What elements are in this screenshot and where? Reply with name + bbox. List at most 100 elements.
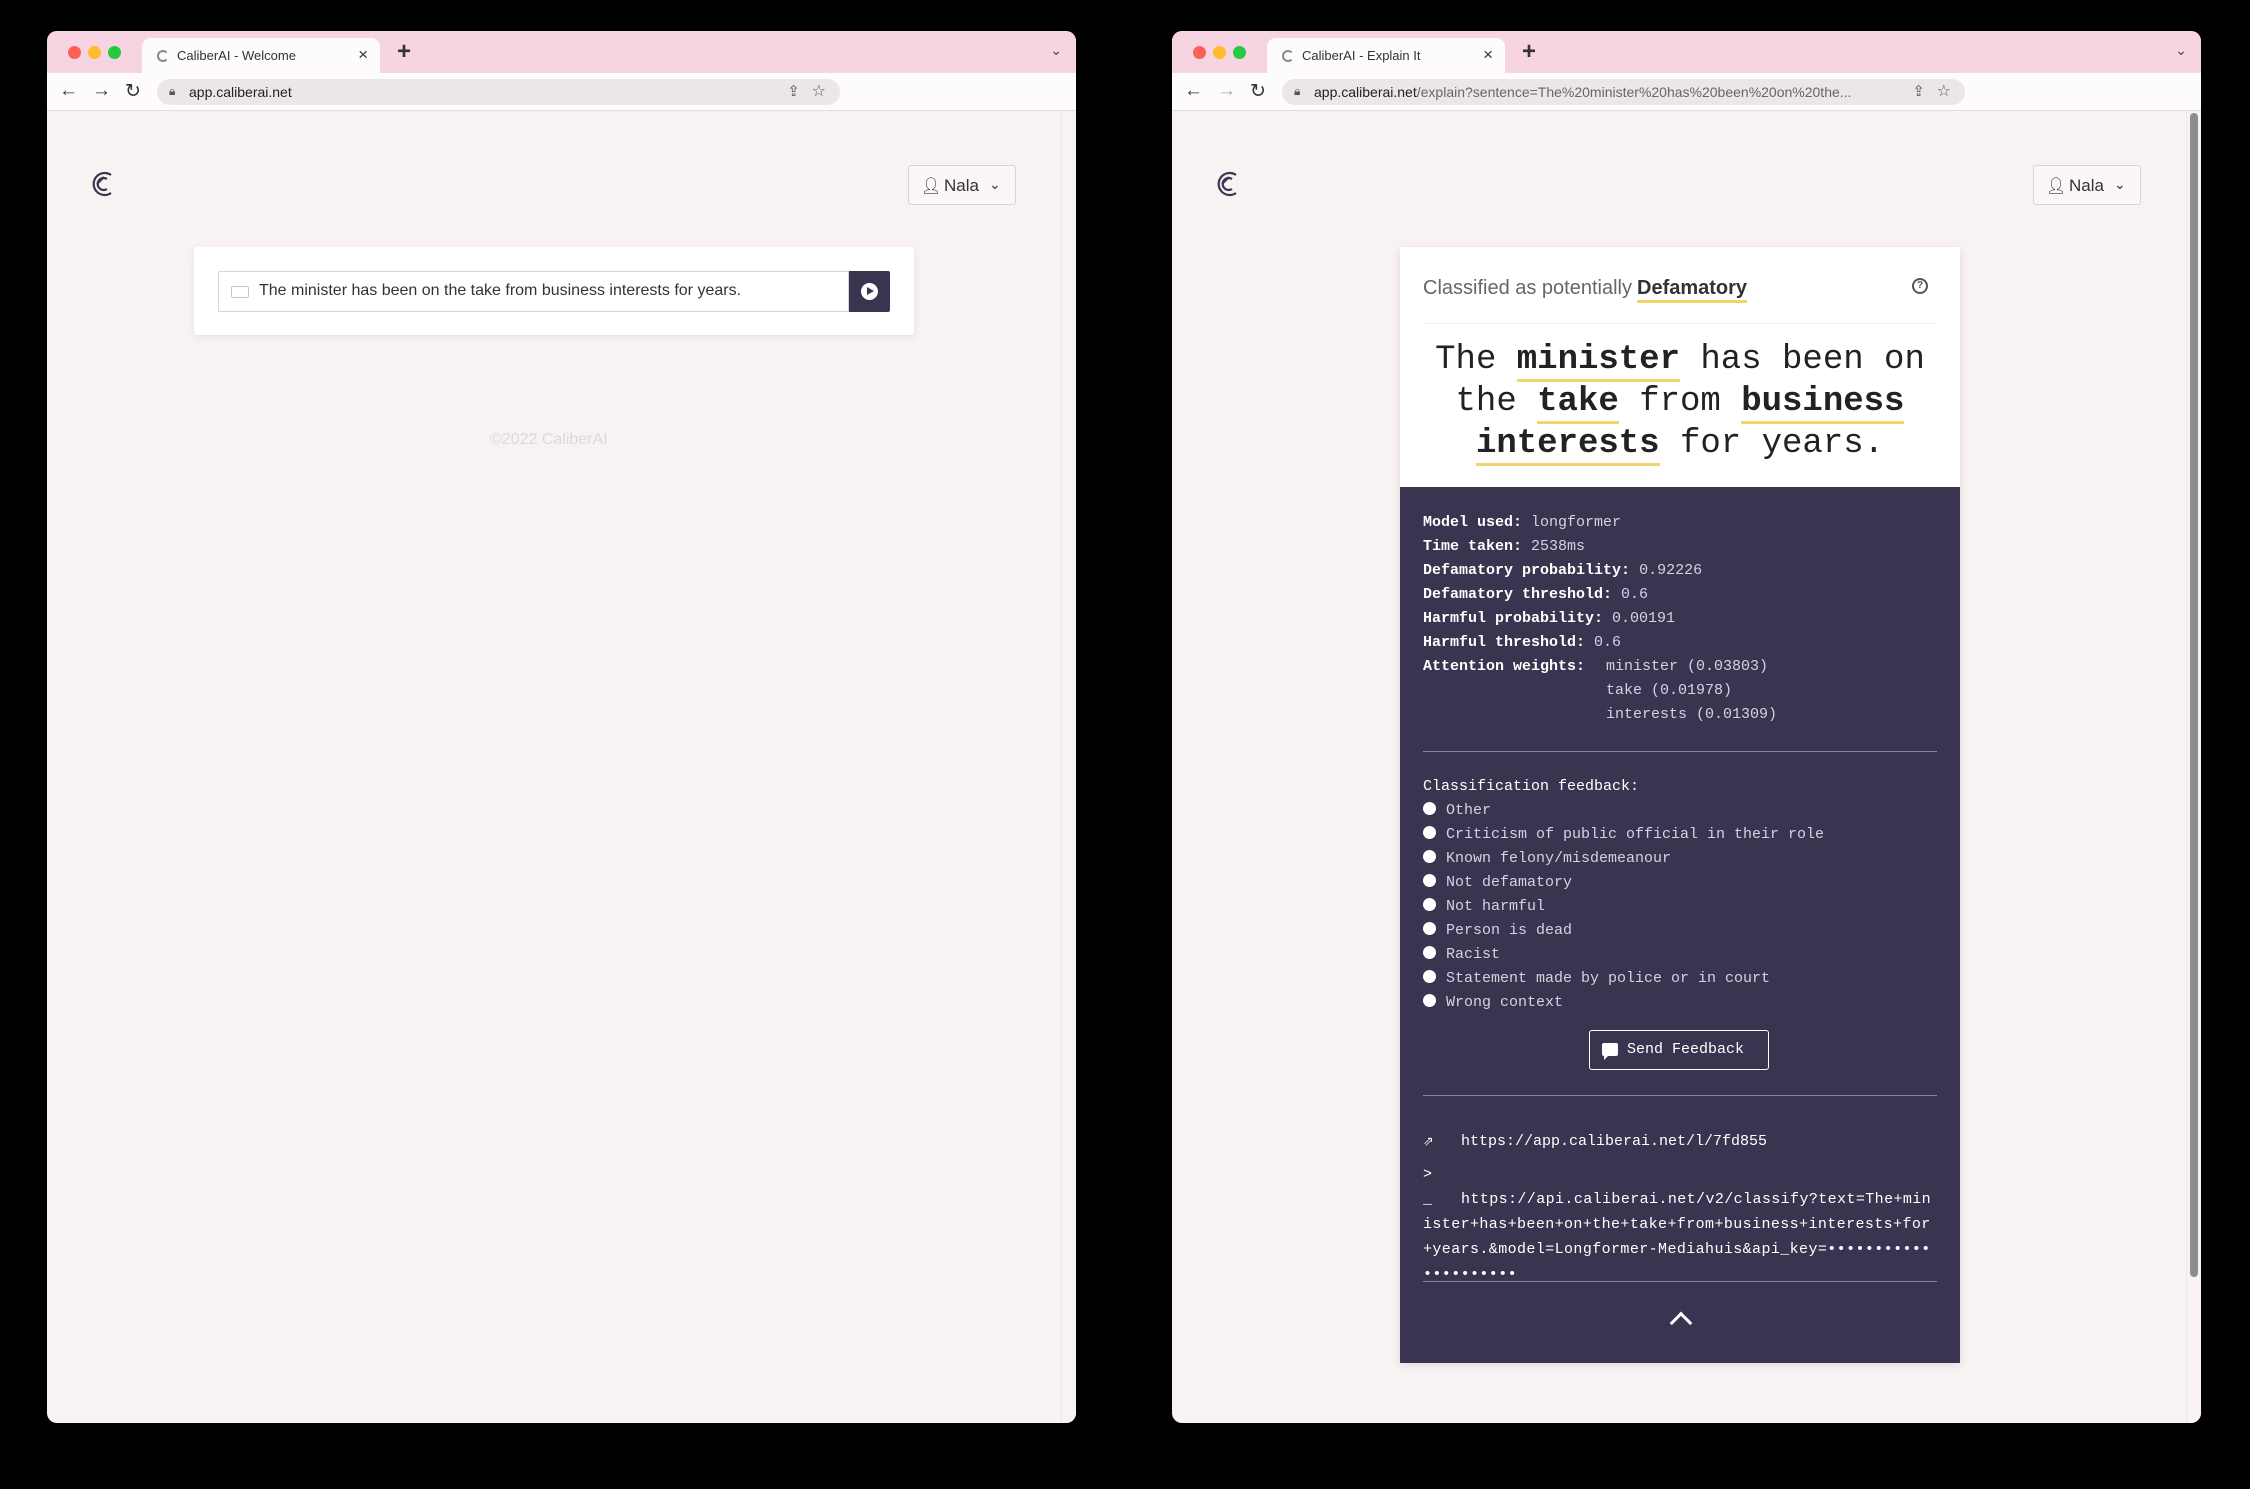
- address-bar[interactable]: 🔒︎ app.caliberai.net/explain?sentence=Th…: [1282, 79, 1965, 105]
- minimize-window-button[interactable]: [1213, 46, 1226, 59]
- minimize-window-button[interactable]: [88, 46, 101, 59]
- url-text[interactable]: app.caliberai.net: [189, 84, 759, 100]
- feedback-option-label[interactable]: Person is dead: [1446, 922, 1572, 939]
- url-host[interactable]: app.caliberai.net: [1314, 84, 1417, 100]
- detail-value: 2538ms: [1531, 538, 1586, 555]
- share-icon[interactable]: ⇪: [1912, 82, 1925, 100]
- radio-button[interactable]: [1423, 874, 1436, 887]
- feedback-option-label[interactable]: Statement made by police or in court: [1446, 970, 1770, 987]
- radio-button[interactable]: [1423, 850, 1436, 863]
- close-tab-icon[interactable]: ×: [1483, 45, 1493, 65]
- detail-key: Time taken: [1423, 538, 1514, 555]
- harmful-probability-row: Harmful probability: 0.00191: [1423, 610, 1676, 627]
- feedback-option-label[interactable]: Known felony/misdemeanour: [1446, 850, 1671, 867]
- play-icon: [861, 283, 878, 300]
- bookmark-star-icon[interactable]: ☆: [1937, 81, 1951, 101]
- feedback-option[interactable]: Known felony/misdemeanour: [1423, 850, 1671, 867]
- feedback-option-label[interactable]: Not defamatory: [1446, 874, 1572, 891]
- time-taken-row: Time taken: 2538ms: [1423, 538, 1586, 555]
- back-arrow-icon[interactable]: ←: [1184, 80, 1203, 102]
- feedback-option[interactable]: Person is dead: [1423, 922, 1572, 939]
- address-bar[interactable]: 🔒︎ app.caliberai.net ⇪ ☆: [157, 79, 840, 105]
- api-link[interactable]: https://api.caliberai.net/v2/classify?te…: [1423, 1191, 1931, 1283]
- feedback-title: Classification feedback:: [1423, 778, 1640, 795]
- radio-button[interactable]: [1423, 802, 1436, 815]
- sentence-word: has been on: [1700, 341, 1925, 379]
- feedback-option[interactable]: Not harmful: [1423, 898, 1545, 915]
- caliberai-logo-icon[interactable]: [89, 169, 119, 199]
- tab-search-chevron-icon[interactable]: ⌄: [1050, 42, 1062, 59]
- sentence-input-value[interactable]: The minister has been on the take from b…: [259, 282, 741, 300]
- tab-title: CaliberAI - Explain It: [1302, 48, 1421, 63]
- forward-arrow-icon[interactable]: →: [1217, 80, 1236, 102]
- attention-weight-item: take (0.01978): [1606, 682, 1733, 699]
- radio-button[interactable]: [1423, 994, 1436, 1007]
- bookmark-star-icon[interactable]: ☆: [812, 81, 826, 101]
- lock-icon[interactable]: 🔒︎: [1294, 84, 1300, 99]
- scrollbar-thumb[interactable]: [2190, 113, 2198, 1277]
- chevron-down-icon: ⌄: [989, 176, 1001, 192]
- back-arrow-icon[interactable]: ←: [59, 80, 78, 102]
- classification-tag: Defamatory: [1637, 276, 1748, 303]
- harmful-threshold-row: Harmful threshold: 0.6: [1423, 634, 1622, 651]
- radio-button[interactable]: [1423, 898, 1436, 911]
- feedback-option[interactable]: Criticism of public official in their ro…: [1423, 826, 1824, 843]
- submit-button[interactable]: [849, 271, 890, 312]
- api-link-row[interactable]: >_ https://api.caliberai.net/v2/classify?…: [1423, 1162, 1937, 1287]
- lock-icon[interactable]: 🔒︎: [169, 84, 175, 99]
- divider: [1423, 1281, 1937, 1282]
- scrollbar-track[interactable]: [2186, 111, 2201, 1423]
- highlighted-word: business: [1741, 383, 1905, 424]
- feedback-option[interactable]: Other: [1423, 802, 1491, 819]
- page-content: 👤︎ Nala ⌄ Classified as potentially Defa…: [1172, 111, 2201, 1423]
- feedback-option-label[interactable]: Racist: [1446, 946, 1500, 963]
- maximize-window-button[interactable]: [108, 46, 121, 59]
- share-link-row[interactable]: ⇗ https://app.caliberai.net/l/7fd855: [1423, 1130, 1767, 1151]
- chevron-up-icon[interactable]: [1668, 1307, 1692, 1331]
- reload-icon[interactable]: ↻: [125, 80, 141, 103]
- terminal-icon: >_: [1423, 1166, 1433, 1208]
- share-icon[interactable]: ⇪: [787, 82, 800, 100]
- new-tab-icon[interactable]: +: [1522, 38, 1536, 66]
- tab-search-chevron-icon[interactable]: ⌄: [2175, 42, 2187, 59]
- feedback-option-label[interactable]: Not harmful: [1446, 898, 1545, 915]
- feedback-option-label[interactable]: Criticism of public official in their ro…: [1446, 826, 1824, 843]
- radio-button[interactable]: [1423, 826, 1436, 839]
- share-arrow-icon: ⇗: [1423, 1132, 1434, 1151]
- sentence-word: for years.: [1680, 425, 1885, 463]
- close-tab-icon[interactable]: ×: [358, 45, 368, 65]
- radio-button[interactable]: [1423, 970, 1436, 983]
- attention-weight-item: minister (0.03803): [1606, 658, 1769, 675]
- feedback-option-label[interactable]: Wrong context: [1446, 994, 1563, 1011]
- maximize-window-button[interactable]: [1233, 46, 1246, 59]
- url-path[interactable]: /explain?sentence=The%20minister%20has%2…: [1417, 84, 1852, 100]
- user-menu-button[interactable]: 👤︎ Nala ⌄: [2033, 165, 2141, 205]
- tab-welcome[interactable]: CaliberAI - Welcome ×: [142, 38, 380, 73]
- caliberai-logo-icon[interactable]: [1214, 169, 1244, 199]
- feedback-option[interactable]: Statement made by police or in court: [1423, 970, 1770, 987]
- browser-window-explain: CaliberAI - Explain It × + ⌄ ← → ↻ 🔒︎ ap…: [1172, 31, 2201, 1423]
- forward-arrow-icon[interactable]: →: [92, 80, 111, 102]
- sentence-input[interactable]: The minister has been on the take from b…: [218, 271, 849, 312]
- classification-header: Classified as potentially Defamatory ?: [1400, 247, 1960, 322]
- tab-explain-it[interactable]: CaliberAI - Explain It ×: [1267, 38, 1505, 73]
- feedback-option[interactable]: Wrong context: [1423, 994, 1563, 1011]
- browser-window-welcome: CaliberAI - Welcome × + ⌄ ← → ↻ 🔒︎ app.c…: [47, 31, 1076, 1423]
- chevron-down-icon: ⌄: [2114, 176, 2126, 192]
- close-window-button[interactable]: [1193, 46, 1206, 59]
- help-icon[interactable]: ?: [1912, 278, 1928, 294]
- close-window-button[interactable]: [68, 46, 81, 59]
- classification-details: Model used: longformer Time taken: 2538m…: [1400, 487, 1960, 1363]
- browser-toolbar: ← → ↻ 🔒︎ app.caliberai.net ⇪ ☆: [47, 73, 1076, 111]
- radio-button[interactable]: [1423, 922, 1436, 935]
- url-text[interactable]: app.caliberai.net/explain?sentence=The%2…: [1314, 84, 1884, 100]
- feedback-option-label[interactable]: Other: [1446, 802, 1491, 819]
- user-menu-button[interactable]: 👤︎ Nala ⌄: [908, 165, 1016, 205]
- send-feedback-button[interactable]: Send Feedback: [1589, 1030, 1769, 1070]
- share-link[interactable]: https://app.caliberai.net/l/7fd855: [1461, 1133, 1767, 1150]
- feedback-option[interactable]: Racist: [1423, 946, 1500, 963]
- feedback-option[interactable]: Not defamatory: [1423, 874, 1572, 891]
- radio-button[interactable]: [1423, 946, 1436, 959]
- new-tab-icon[interactable]: +: [397, 38, 411, 66]
- reload-icon[interactable]: ↻: [1250, 80, 1266, 103]
